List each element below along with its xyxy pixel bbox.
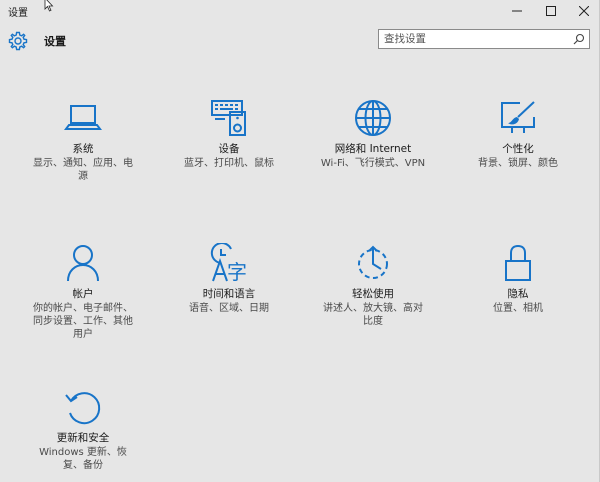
gear-icon bbox=[8, 31, 28, 51]
tile-label: 个性化 bbox=[502, 143, 534, 155]
window-title: 设置 bbox=[8, 8, 28, 19]
tile-privacy[interactable]: 隐私 位置、相机 bbox=[459, 243, 577, 315]
time-language-icon: 字 bbox=[210, 243, 247, 283]
title-bar: 设置 bbox=[0, 0, 600, 22]
globe-icon bbox=[355, 100, 391, 136]
close-button[interactable] bbox=[567, 0, 600, 22]
tile-label: 系统 bbox=[72, 143, 94, 155]
tile-devices[interactable]: 设备 蓝牙、打印机、鼠标 bbox=[170, 98, 288, 170]
tile-label: 时间和语言 bbox=[202, 288, 256, 300]
ease-of-access-icon bbox=[358, 245, 388, 279]
tile-personalization[interactable]: 个性化 背景、锁屏、颜色 bbox=[459, 98, 577, 170]
minimize-icon bbox=[512, 10, 522, 12]
settings-window: 设置 设置 查找设置 系统 显示、通知、应用、电源 设备 蓝牙、打印机、鼠标 网… bbox=[0, 0, 600, 482]
tile-description: 背景、锁屏、颜色 bbox=[478, 158, 558, 169]
mouse-cursor-icon bbox=[44, 0, 54, 12]
laptop-icon bbox=[64, 105, 102, 130]
keyboard-speaker-icon bbox=[211, 100, 246, 136]
minimize-button[interactable] bbox=[500, 0, 534, 22]
tile-update-security[interactable]: 更新和安全 Windows 更新、恢复、备份 bbox=[24, 387, 142, 472]
tile-description: 你的帐户、电子邮件、同步设置、工作、其他用户 bbox=[33, 303, 133, 340]
page-title: 设置 bbox=[44, 35, 66, 48]
maximize-button[interactable] bbox=[534, 0, 568, 22]
tile-accounts[interactable]: 帐户 你的帐户、电子邮件、同步设置、工作、其他用户 bbox=[24, 243, 142, 341]
tile-description: Wi-Fi、飞行模式、VPN bbox=[320, 158, 426, 169]
tile-description: 讲述人、放大镜、高对比度 bbox=[323, 303, 423, 327]
svg-text:字: 字 bbox=[227, 260, 247, 283]
maximize-icon bbox=[546, 6, 556, 16]
tile-network[interactable]: 网络和 Internet Wi-Fi、飞行模式、VPN bbox=[314, 98, 432, 170]
tile-label: 轻松使用 bbox=[352, 288, 394, 300]
tile-label: 帐户 bbox=[72, 288, 94, 300]
tile-label: 网络和 Internet bbox=[334, 143, 412, 155]
tile-description: 蓝牙、打印机、鼠标 bbox=[184, 158, 274, 169]
refresh-icon bbox=[65, 392, 101, 425]
person-icon bbox=[67, 245, 99, 282]
paint-brush-icon bbox=[501, 101, 535, 133]
lock-icon bbox=[505, 244, 531, 281]
tile-label: 设备 bbox=[218, 143, 240, 155]
tile-time-language[interactable]: 字 时间和语言 语音、区域、日期 bbox=[170, 243, 288, 315]
tile-label: 隐私 bbox=[507, 288, 529, 300]
search-input[interactable] bbox=[379, 30, 570, 48]
tile-ease-of-access[interactable]: 轻松使用 讲述人、放大镜、高对比度 bbox=[314, 243, 432, 328]
search-icon[interactable] bbox=[573, 33, 585, 45]
tile-label: 更新和安全 bbox=[56, 432, 110, 444]
search-box bbox=[378, 29, 590, 49]
close-icon bbox=[579, 6, 589, 16]
tile-description: Windows 更新、恢复、备份 bbox=[39, 447, 127, 471]
tile-description: 显示、通知、应用、电源 bbox=[33, 158, 133, 182]
tile-description: 位置、相机 bbox=[493, 303, 543, 314]
tile-system[interactable]: 系统 显示、通知、应用、电源 bbox=[24, 98, 142, 183]
tile-description: 语音、区域、日期 bbox=[189, 303, 269, 314]
